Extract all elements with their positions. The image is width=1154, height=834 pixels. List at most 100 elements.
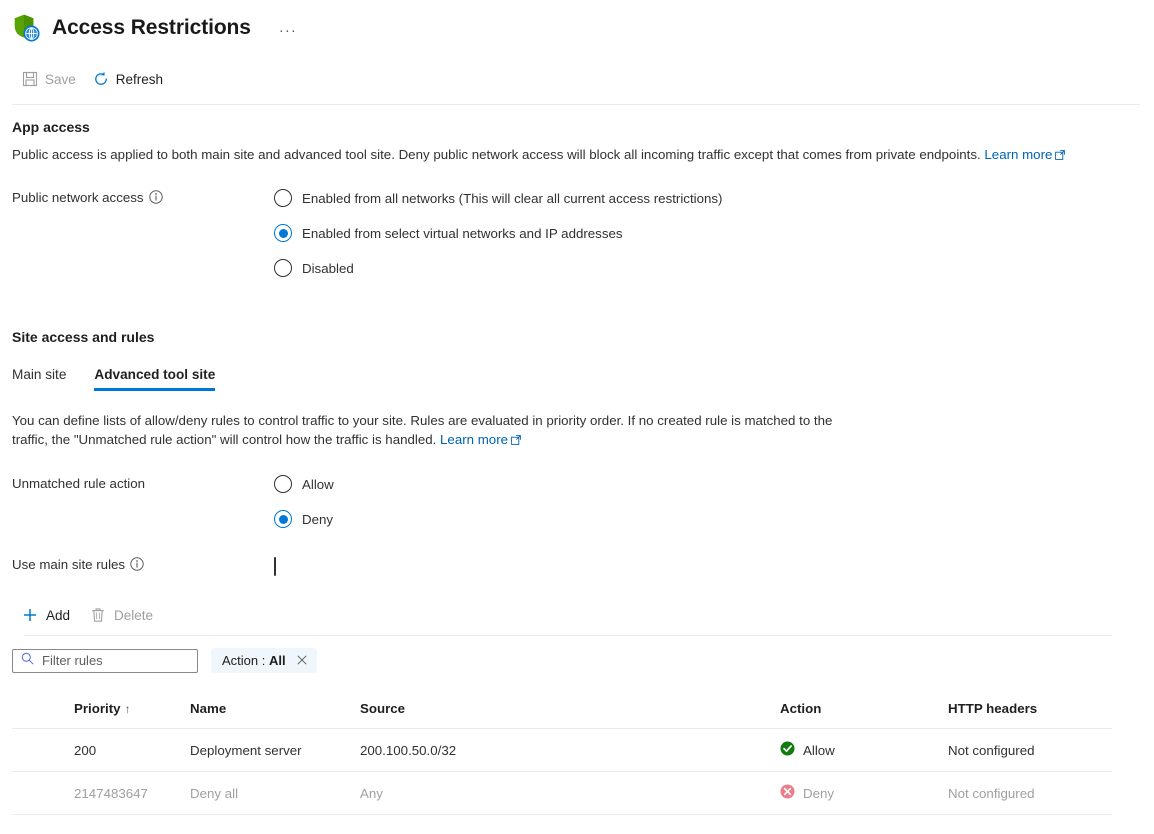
site-access-description-text: You can define lists of allow/deny rules…: [12, 413, 833, 447]
access-restrictions-page: Access Restrictions ··· Save Refresh App…: [0, 0, 1154, 834]
app-access-description-text: Public access is applied to both main si…: [12, 147, 981, 162]
external-link-icon: [1055, 146, 1066, 165]
radio-label: Allow: [302, 476, 334, 492]
radio-unmatched-deny[interactable]: Deny: [274, 510, 334, 528]
rules-table: Priority ↑ Name Source Action HTTP header…: [12, 693, 1112, 815]
action-filter-text: Action : All: [222, 653, 286, 668]
radio-circle[interactable]: [274, 510, 292, 528]
rules-command-divider: [24, 635, 1112, 636]
add-rule-label: Add: [46, 607, 71, 623]
globe-icon: [23, 25, 40, 42]
table-row[interactable]: 2147483647 Deny all Any Deny Not configu…: [12, 771, 1112, 815]
radio-circle[interactable]: [274, 475, 292, 493]
title-bar: Access Restrictions ···: [0, 0, 1154, 46]
info-icon[interactable]: [148, 190, 163, 207]
action-filter-pill[interactable]: Action : All: [211, 648, 317, 673]
action-label: Allow: [803, 742, 835, 758]
search-input[interactable]: [42, 653, 189, 668]
cell-action: Allow: [772, 728, 940, 772]
radio-disabled[interactable]: Disabled: [274, 259, 722, 277]
cell-source: Any: [352, 771, 772, 815]
action-badge: Allow: [780, 741, 932, 759]
column-header-http-headers[interactable]: HTTP headers: [940, 693, 1112, 729]
table-row[interactable]: 200 Deployment server 200.100.50.0/32 Al…: [12, 728, 1112, 772]
use-main-site-rules-label: Use main site rules: [12, 557, 126, 572]
radio-label: Enabled from all networks (This will cle…: [302, 190, 723, 206]
action-badge: Deny: [780, 784, 932, 802]
public-network-access-radio-group: Enabled from all networks (This will cle…: [274, 189, 722, 277]
delete-rule-label: Delete: [114, 607, 154, 623]
public-network-access-row: Public network access Enabled from all n…: [12, 189, 1140, 277]
cell-priority: 200: [12, 728, 182, 772]
save-icon: [22, 71, 38, 87]
cell-http-headers: Not configured: [940, 728, 1112, 772]
cell-name: Deny all: [182, 771, 352, 815]
sort-ascending-icon: ↑: [124, 702, 131, 716]
info-icon[interactable]: [130, 557, 144, 574]
public-network-access-label-group: Public network access: [12, 189, 274, 277]
action-filter-value: All: [268, 653, 286, 668]
site-access-description: You can define lists of allow/deny rules…: [12, 411, 842, 450]
column-header-name[interactable]: Name: [182, 693, 352, 729]
column-header-priority[interactable]: Priority ↑: [12, 693, 182, 729]
radio-enabled-select-networks[interactable]: Enabled from select virtual networks and…: [274, 224, 722, 242]
more-options-button[interactable]: ···: [273, 23, 303, 38]
tab-advanced-tool-site[interactable]: Advanced tool site: [94, 365, 215, 391]
radio-circle[interactable]: [274, 224, 292, 242]
site-access-learn-more-label: Learn more: [440, 432, 509, 447]
use-main-site-rules-row: Use main site rules: [12, 556, 1140, 576]
radio-label: Enabled from select virtual networks and…: [302, 225, 623, 241]
command-bar-divider: [12, 104, 1140, 105]
column-header-source[interactable]: Source: [352, 693, 772, 729]
close-icon[interactable]: [295, 655, 309, 666]
radio-circle[interactable]: [274, 189, 292, 207]
public-network-access-label: Public network access: [12, 190, 144, 205]
unmatched-rule-action-label: Unmatched rule action: [12, 476, 146, 491]
radio-unmatched-allow[interactable]: Allow: [274, 475, 334, 493]
main-content: App access Public access is applied to b…: [0, 119, 1154, 815]
filter-rules-searchbox[interactable]: [12, 648, 198, 673]
tab-main-site[interactable]: Main site: [12, 365, 66, 391]
refresh-icon: [93, 71, 109, 87]
filter-row: Action : All: [12, 648, 1140, 673]
save-button[interactable]: Save: [18, 66, 85, 92]
column-header-action[interactable]: Action: [772, 693, 940, 729]
plus-icon: [22, 607, 38, 623]
column-header-priority-label: Priority: [74, 701, 121, 716]
radio-label: Deny: [302, 511, 334, 527]
use-main-site-rules-label-group: Use main site rules: [12, 556, 274, 576]
check-circle-icon: [780, 741, 795, 759]
refresh-button[interactable]: Refresh: [89, 66, 172, 92]
command-bar: Save Refresh: [0, 60, 1154, 98]
action-filter-label: Action :: [222, 653, 266, 668]
unmatched-rule-action-radio-group: Allow Deny: [274, 475, 334, 528]
cell-action: Deny: [772, 771, 940, 815]
site-access-heading: Site access and rules: [12, 329, 155, 345]
page-title: Access Restrictions: [52, 16, 251, 39]
search-icon: [21, 652, 34, 670]
rules-command-bar: Add Delete: [12, 602, 1140, 628]
shield-globe-icon: [12, 13, 42, 43]
app-access-learn-more-label: Learn more: [984, 147, 1053, 162]
use-main-site-rules-checkbox[interactable]: [274, 557, 276, 576]
site-access-learn-more-link[interactable]: Learn more: [440, 432, 521, 447]
cell-source: 200.100.50.0/32: [352, 728, 772, 772]
site-tabs: Main site Advanced tool site: [12, 365, 1140, 391]
app-access-learn-more-link[interactable]: Learn more: [984, 146, 1066, 165]
add-rule-button[interactable]: Add: [18, 602, 80, 628]
save-button-label: Save: [45, 71, 76, 87]
table-header-row: Priority ↑ Name Source Action HTTP header…: [12, 693, 1112, 729]
trash-icon: [90, 607, 106, 623]
radio-circle[interactable]: [274, 259, 292, 277]
unmatched-rule-action-row: Unmatched rule action Allow Deny: [12, 475, 1140, 528]
x-circle-icon: [780, 784, 795, 802]
cell-name: Deployment server: [182, 728, 352, 772]
app-access-description: Public access is applied to both main si…: [12, 145, 1072, 165]
radio-label: Disabled: [302, 260, 354, 276]
radio-enabled-all-networks[interactable]: Enabled from all networks (This will cle…: [274, 189, 722, 207]
cell-http-headers: Not configured: [940, 771, 1112, 815]
delete-rule-button[interactable]: Delete: [86, 602, 163, 628]
use-main-site-rules-checkbox-wrap: [274, 556, 276, 576]
external-link-icon: [511, 431, 521, 450]
cell-priority: 2147483647: [12, 771, 182, 815]
